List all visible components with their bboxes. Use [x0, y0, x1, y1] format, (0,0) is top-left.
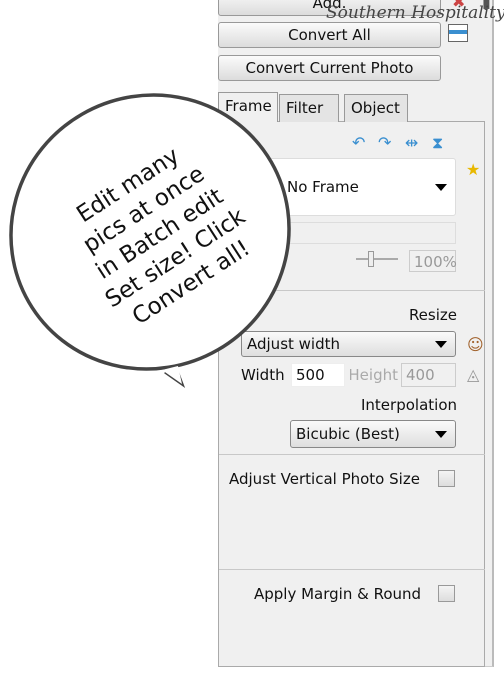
- speech-bubble: [9, 93, 291, 389]
